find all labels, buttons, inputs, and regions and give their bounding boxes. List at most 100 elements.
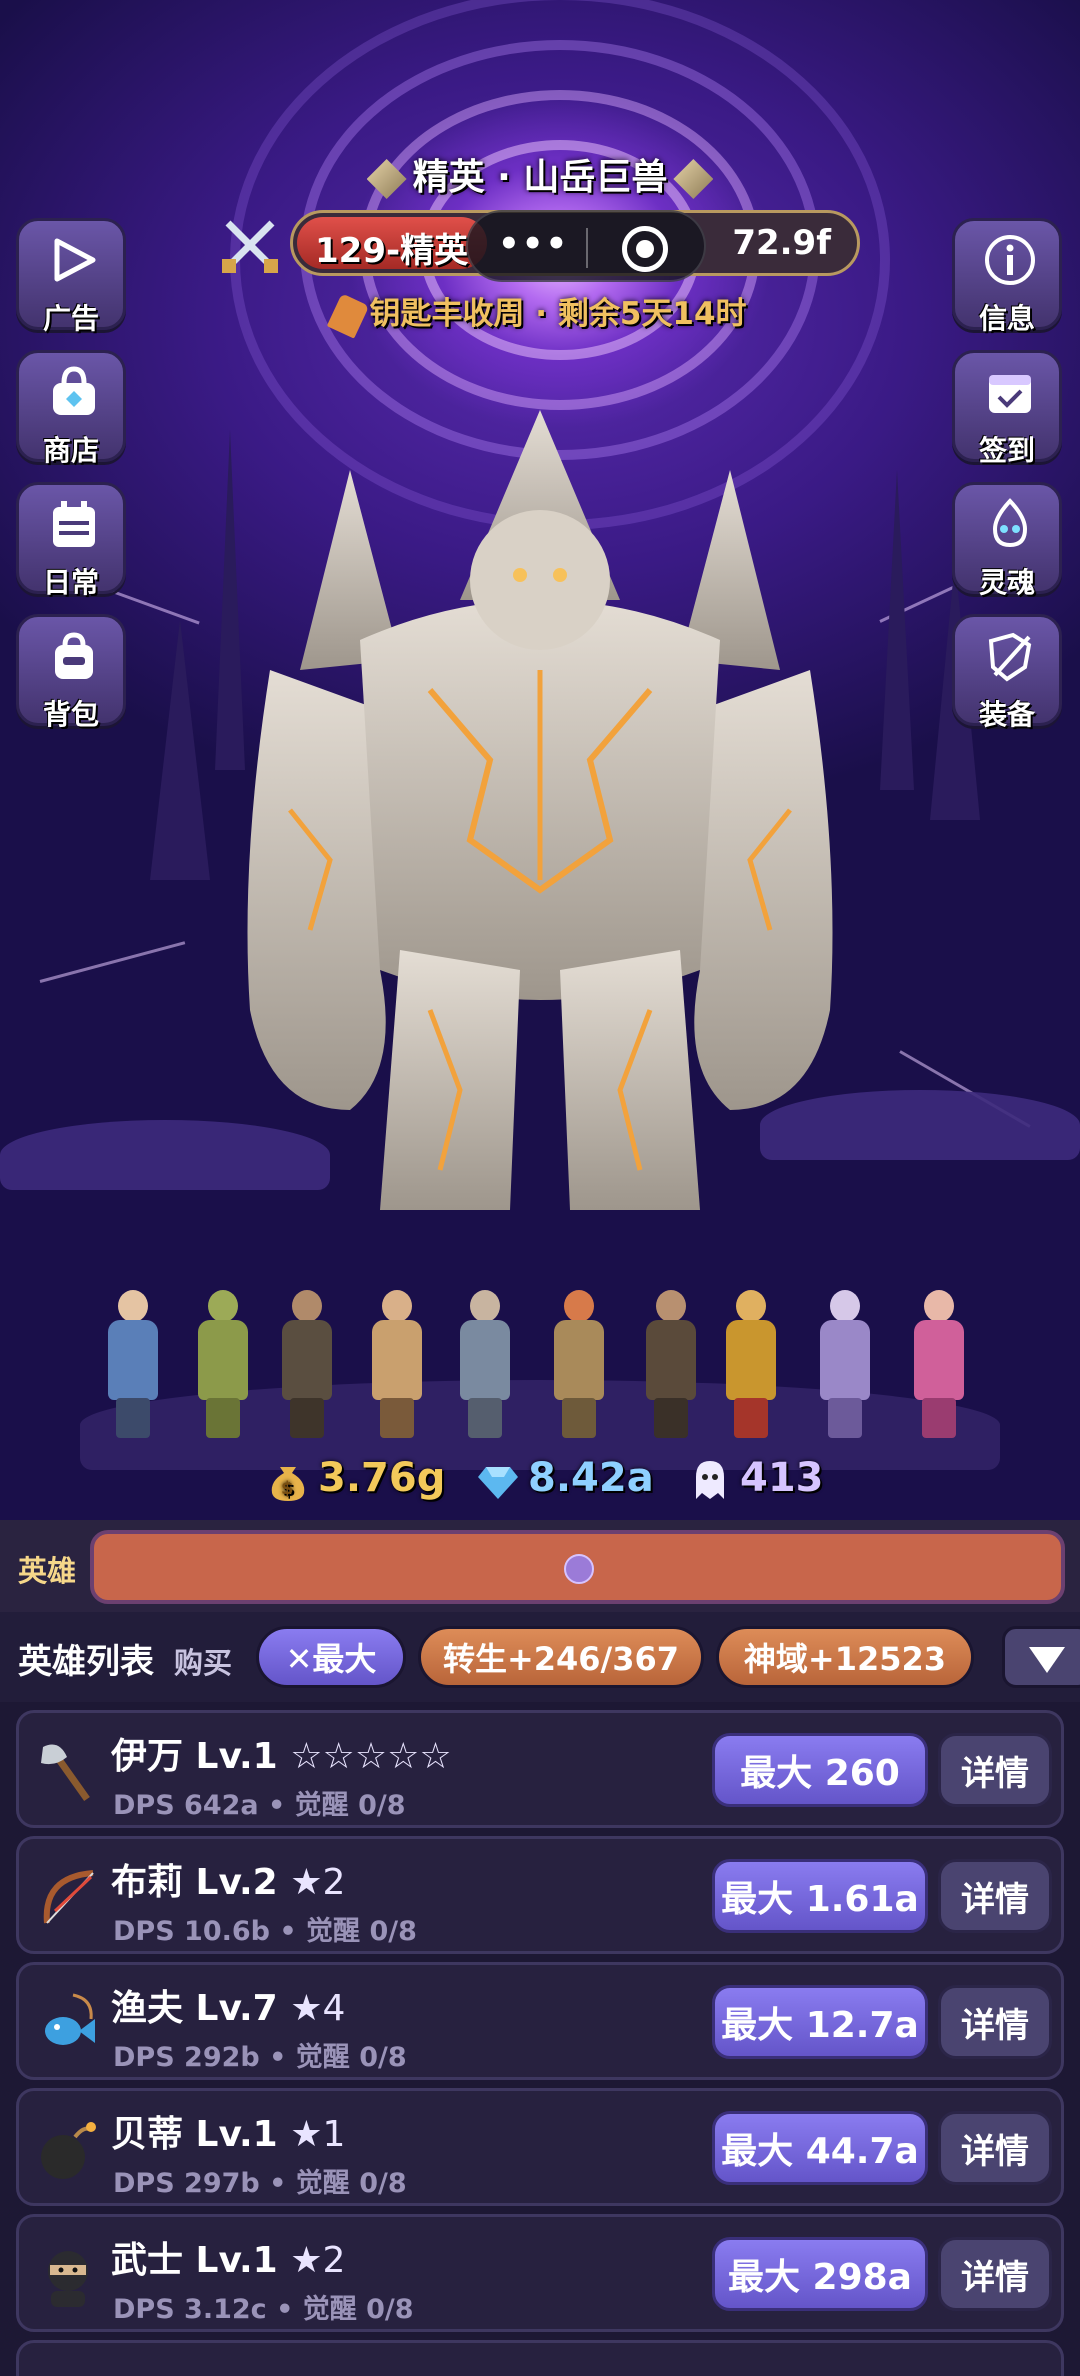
hero-sprite[interactable] — [806, 1290, 884, 1440]
backpack-button[interactable]: 背包 — [16, 614, 126, 731]
soul-button[interactable]: 灵魂 — [952, 482, 1062, 599]
hero-detail-button[interactable]: 详情 — [938, 2237, 1052, 2311]
hero-name: 布莉 Lv.2 ★2 — [111, 1862, 346, 1903]
hero-dps: DPS 10.6b • 觉醒 0/8 — [113, 1916, 417, 1947]
hero-row: 布莉 Lv.2 ★2 DPS 10.6b • 觉醒 0/8 最大 1.61a 详… — [16, 1836, 1064, 1954]
soul-counter: 413 — [690, 1455, 824, 1501]
daily-button[interactable]: 日常 — [16, 482, 126, 599]
hero-detail-button[interactable]: 详情 — [938, 1859, 1052, 1933]
rebirth-button[interactable]: 转生+246/367 — [418, 1626, 704, 1688]
ninja-icon — [48, 2251, 88, 2307]
event-banner[interactable]: 钥匙丰收周 · 剩余5天14时 — [0, 288, 1080, 339]
hero-sprite[interactable] — [632, 1290, 710, 1440]
hero-sprite[interactable] — [268, 1290, 346, 1440]
hero-sprite[interactable] — [446, 1290, 524, 1440]
hero-name: 贝蒂 Lv.1 ★1 — [111, 2114, 346, 2155]
gold-value: 3.76g — [318, 1455, 446, 1501]
boss-mountain-golem[interactable] — [230, 410, 850, 1260]
hero-sprite[interactable] — [184, 1290, 262, 1440]
hero-dps: DPS 3.12c • 觉醒 0/8 — [113, 2294, 414, 2325]
event-text: 钥匙丰收周 · 剩余5天14时 — [369, 296, 747, 332]
key-icon — [327, 292, 370, 339]
crossed-swords-icon — [222, 220, 278, 273]
crest-icon — [673, 159, 714, 199]
bow-icon — [43, 1870, 94, 1924]
info-button-label: 信息 — [978, 302, 1035, 335]
hero-name: 伊万 Lv.1 ☆☆☆☆☆ — [111, 1736, 452, 1777]
hero-detail-button[interactable]: 详情 — [938, 1733, 1052, 1807]
level-up-max-button[interactable]: 最大 12.7a — [712, 1985, 928, 2059]
hero-dps: DPS 297b • 觉醒 0/8 — [113, 2168, 407, 2199]
mini-program-capsule: ••• — [466, 210, 706, 282]
backpack-icon — [55, 632, 93, 679]
divine-domain-button[interactable]: 神域+12523 — [716, 1626, 974, 1688]
more-menu-button[interactable]: ••• — [498, 224, 569, 264]
ghost-icon — [696, 1461, 724, 1499]
hero-stars: ★2 — [290, 1862, 346, 1903]
hero-progress-bar[interactable] — [90, 1530, 1065, 1604]
hero-stars: ★4 — [290, 1988, 346, 2029]
hero-name: 武士 Lv.1 ★2 — [111, 2240, 346, 2281]
gem-value: 8.42a — [528, 1455, 654, 1501]
svg-text:$: $ — [281, 1478, 294, 1499]
hero-sprite[interactable] — [900, 1290, 978, 1440]
info-icon — [985, 235, 1035, 285]
capsule-divider — [586, 228, 588, 268]
level-up-max-button[interactable]: 最大 44.7a — [712, 2111, 928, 2185]
level-up-max-button[interactable]: 最大 298a — [712, 2237, 928, 2311]
fish-icon — [45, 1993, 95, 2045]
hero-sprite[interactable] — [712, 1290, 790, 1440]
level-up-max-button[interactable]: 最大 260 — [712, 1733, 928, 1807]
equipment-button-label: 装备 — [978, 698, 1035, 731]
hero-tab-label[interactable]: 英雄 — [18, 1548, 76, 1590]
hero-progress-panel: 英雄 — [0, 1520, 1080, 1612]
hero-name: 渔夫 Lv.7 ★4 — [111, 1988, 346, 2029]
play-icon — [54, 238, 96, 282]
soul-button-label: 灵魂 — [978, 566, 1035, 599]
hero-detail-button[interactable]: 详情 — [938, 1985, 1052, 2059]
shop-button[interactable]: 商店 — [16, 350, 126, 467]
castle-spire — [150, 620, 210, 880]
bomb-icon — [41, 2122, 96, 2179]
hero-row: 伊万 Lv.1 ☆☆☆☆☆ DPS 642a • 觉醒 0/8 最大 260 详… — [16, 1710, 1064, 1828]
lightning-crack — [39, 941, 186, 983]
checkin-calendar-icon — [989, 375, 1031, 413]
hero-row: 武士 Lv.1 ★2 DPS 3.12c • 觉醒 0/8 最大 298a 详情 — [16, 2214, 1064, 2332]
shop-button-label: 商店 — [42, 434, 99, 467]
axe-icon — [41, 1744, 90, 1802]
hero-stars: ☆☆☆☆☆ — [290, 1736, 452, 1777]
expand-dropdown-button[interactable] — [1002, 1626, 1080, 1688]
money-bag-icon: $ — [271, 1467, 305, 1501]
hero-sprite[interactable] — [540, 1290, 618, 1440]
ad-button[interactable]: 广告 — [16, 218, 126, 335]
buy-max-toggle[interactable]: ✕最大 — [256, 1626, 406, 1688]
boss-title: 精英 · 山岳巨兽 — [0, 148, 1080, 200]
checkin-button[interactable]: 签到 — [952, 350, 1062, 467]
hero-stars: ★2 — [290, 2240, 346, 2281]
buy-label: 购买 — [174, 1646, 233, 1680]
level-up-max-button[interactable]: 最大 1.61a — [712, 1859, 928, 1933]
backpack-button-label: 背包 — [42, 698, 99, 731]
ad-button-label: 广告 — [42, 302, 99, 335]
hero-sprite[interactable] — [358, 1290, 436, 1440]
equipment-sword-shield-icon — [988, 632, 1032, 682]
hero-list[interactable]: 伊万 Lv.1 ☆☆☆☆☆ DPS 642a • 觉醒 0/8 最大 260 详… — [0, 1702, 1080, 2376]
crest-icon — [366, 159, 407, 199]
boss-timer: 72.9f — [732, 223, 831, 263]
close-target-button[interactable] — [622, 226, 668, 272]
hero-list-title: 英雄列表 — [18, 1642, 154, 1682]
info-button[interactable]: 信息 — [952, 218, 1062, 335]
hero-dps: DPS 292b • 觉醒 0/8 — [113, 2042, 407, 2073]
hero-list-header: 英雄列表 购买 ✕最大 转生+246/367 神域+12523 — [0, 1612, 1080, 1702]
checkin-button-label: 签到 — [978, 434, 1035, 467]
hero-row: 贝蒂 Lv.1 ★1 DPS 297b • 觉醒 0/8 最大 44.7a 详情 — [16, 2088, 1064, 2206]
hero-sprite[interactable] — [94, 1290, 172, 1440]
diamond-icon — [478, 1467, 518, 1499]
shop-bag-icon — [53, 366, 95, 415]
soul-icon — [992, 498, 1028, 548]
hero-detail-button[interactable]: 详情 — [938, 2111, 1052, 2185]
stage-level: 129-精英 — [315, 231, 469, 271]
equipment-button[interactable]: 装备 — [952, 614, 1062, 731]
hero-stars: ★1 — [290, 2114, 346, 2155]
boss-title-text: 精英 · 山岳巨兽 — [412, 157, 668, 198]
